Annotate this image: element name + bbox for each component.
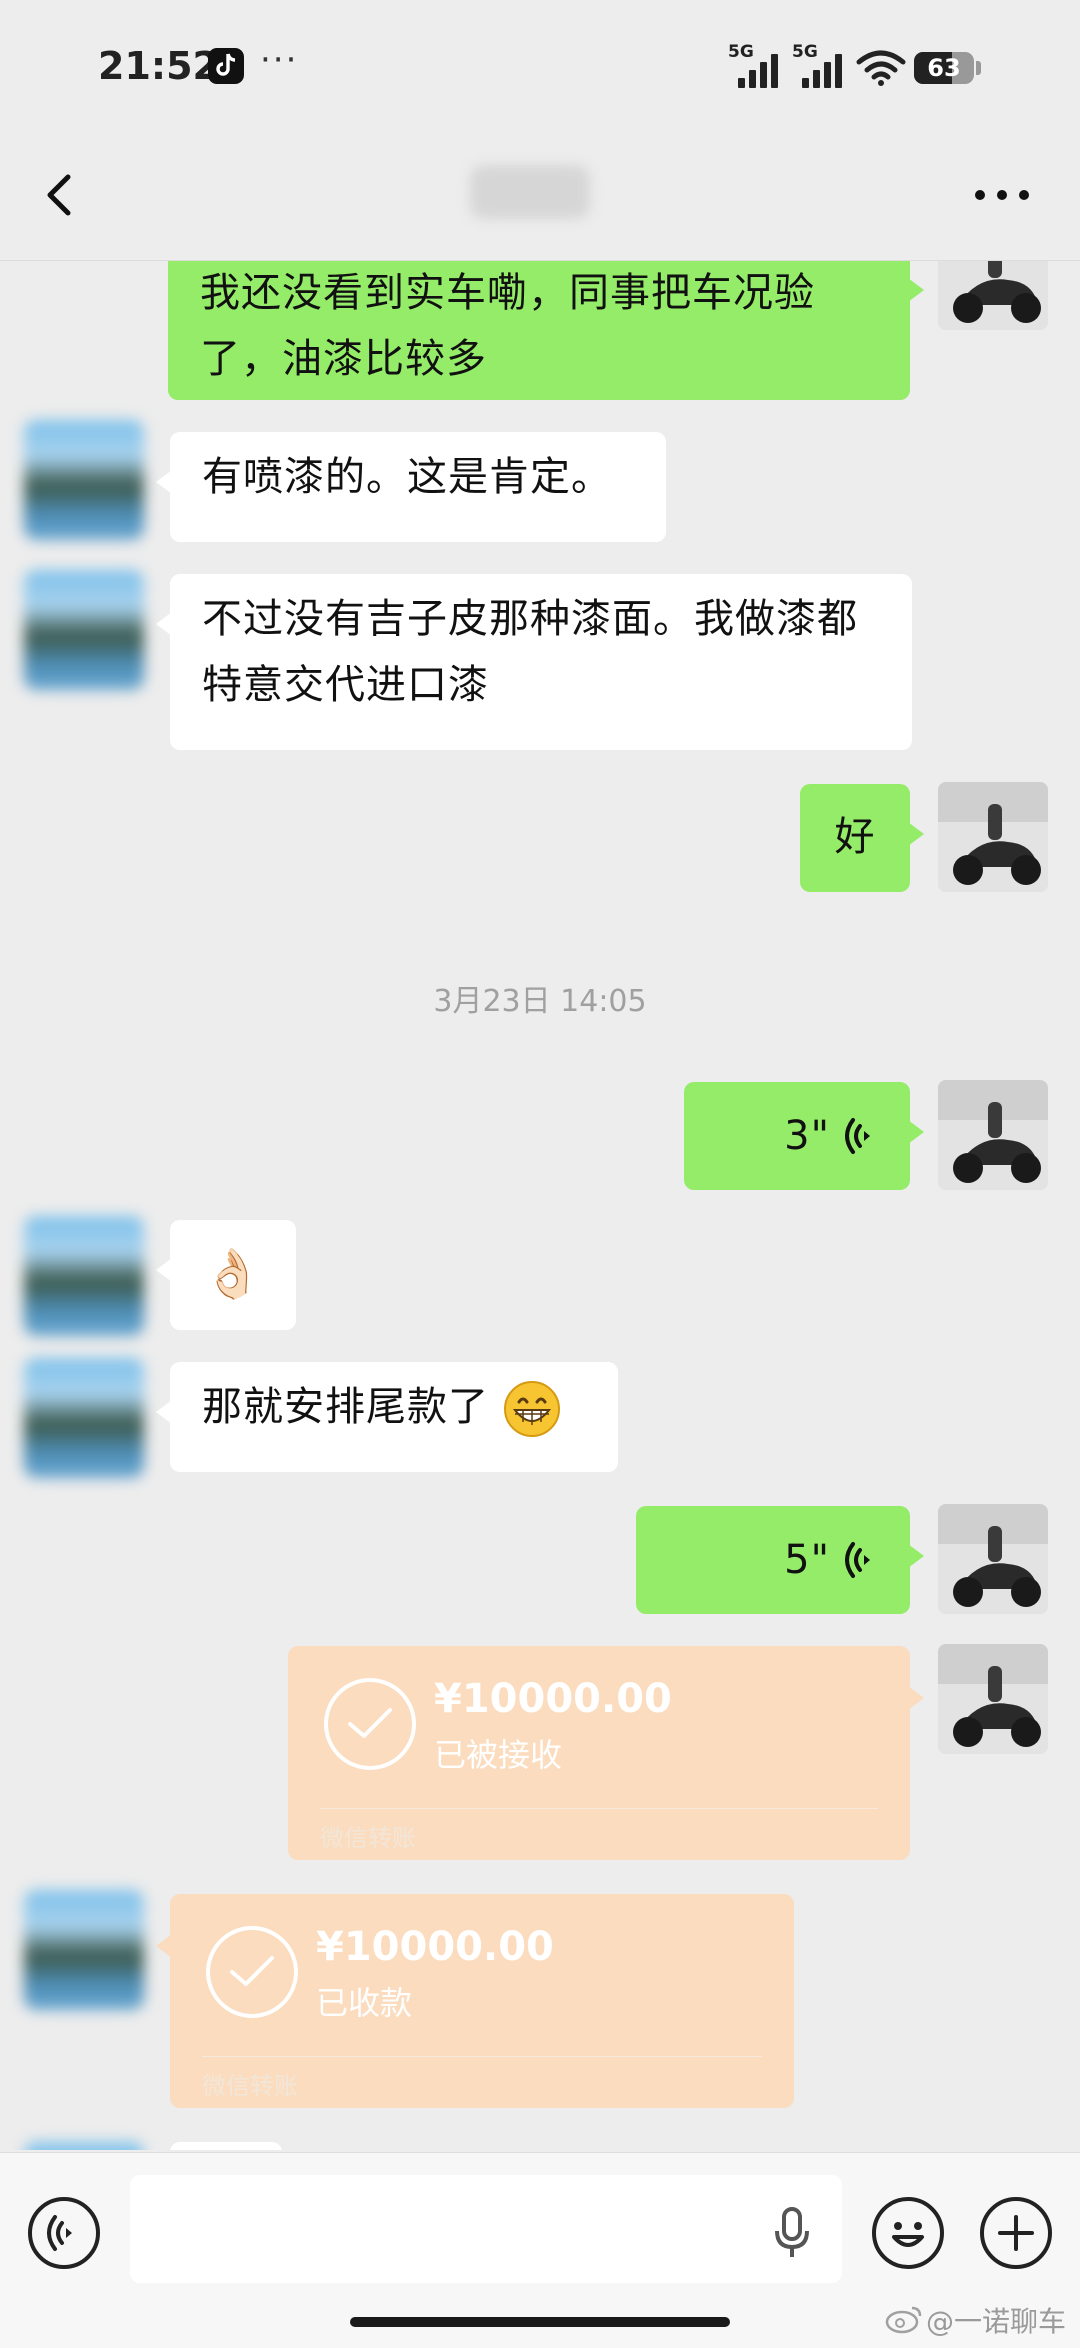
my-avatar[interactable] — [938, 260, 1048, 330]
contact-avatar[interactable] — [24, 1216, 144, 1336]
message-bubble-received[interactable]: 那就安排尾款了 — [156, 1362, 618, 1472]
message-bubble-received[interactable]: 👌🏻 — [156, 1220, 296, 1330]
voice-wave-icon — [845, 1542, 870, 1578]
voice-message-sent[interactable]: 5" — [636, 1506, 924, 1614]
grinning-face-emoji — [503, 1381, 560, 1437]
smiley-icon[interactable] — [872, 2197, 944, 2269]
contact-avatar[interactable] — [24, 420, 144, 540]
checkmark-circle-icon — [206, 1926, 298, 2018]
message-bubble-received[interactable]: 有喷漆的。这是肯定。 — [156, 432, 666, 542]
contact-avatar[interactable] — [24, 2142, 144, 2150]
transfer-label: 微信转账 — [202, 2072, 298, 2100]
signal-2-icon: 5G — [792, 42, 848, 88]
ok-hand-emoji: 👌🏻 — [202, 1246, 264, 1302]
message-bubble-received[interactable] — [170, 2142, 282, 2150]
battery-level: 63 — [927, 54, 961, 82]
my-avatar[interactable] — [938, 1644, 1048, 1754]
checkmark-circle-icon — [324, 1678, 416, 1770]
chat-message-list[interactable]: 我还没看到实车嘞，同事把车况验了，油漆比较多 有喷漆的。这是肯定。 不过没有吉子… — [0, 260, 1080, 2150]
weibo-logo-icon — [885, 2306, 922, 2334]
chevron-left-icon[interactable] — [36, 165, 86, 225]
more-dots-icon[interactable] — [972, 185, 1032, 205]
voice-message-sent[interactable]: 3" — [684, 1082, 924, 1190]
signal-2-label: 5G — [792, 42, 818, 62]
my-avatar[interactable] — [938, 782, 1048, 892]
message-timestamp: 3月23日 14:05 — [433, 984, 647, 1019]
voice-duration: 5" — [784, 1537, 830, 1583]
transfer-amount: ¥10000.00 — [434, 1676, 672, 1722]
signal-1-label: 5G — [728, 42, 754, 62]
message-bubble-sent[interactable]: 好 — [800, 784, 924, 892]
battery-icon: 63 — [914, 52, 974, 84]
chat-header: 师傅 — [0, 135, 1080, 261]
transfer-status: 已收款 — [316, 1984, 413, 2022]
microphone-icon[interactable] — [772, 2205, 812, 2261]
home-indicator[interactable] — [350, 2317, 730, 2327]
watermark-text: @一诺聊车 — [926, 2305, 1067, 2338]
message-text: 那就安排尾款了 — [202, 1384, 489, 1430]
message-input[interactable] — [130, 2175, 842, 2283]
contact-name[interactable]: 师傅 — [470, 165, 590, 219]
transfer-status: 已被接收 — [434, 1736, 563, 1774]
transfer-card-sent[interactable]: ¥10000.00 已被接收 微信转账 — [288, 1646, 924, 1860]
tiktok-app-icon — [208, 48, 244, 84]
status-overflow-dots: ··· — [260, 40, 299, 80]
message-bubble-received[interactable]: 不过没有吉子皮那种漆面。我做漆都特意交代进口漆 — [156, 574, 912, 750]
contact-avatar[interactable] — [24, 1890, 144, 2010]
contact-avatar[interactable] — [24, 570, 144, 690]
voice-duration: 3" — [784, 1113, 830, 1159]
voice-mode-icon[interactable] — [28, 2197, 100, 2269]
my-avatar[interactable] — [938, 1080, 1048, 1190]
transfer-label: 微信转账 — [320, 1824, 416, 1852]
status-bar: 21:52 ··· 5G 5G 63 — [0, 0, 1080, 135]
transfer-card-received[interactable]: ¥10000.00 已收款 微信转账 — [156, 1894, 794, 2108]
battery-tip — [976, 61, 981, 75]
voice-wave-icon — [845, 1118, 870, 1154]
transfer-divider — [202, 2056, 762, 2057]
status-time: 21:52 — [98, 44, 219, 88]
my-avatar[interactable] — [938, 1504, 1048, 1614]
plus-icon[interactable] — [980, 2197, 1052, 2269]
signal-1-icon: 5G — [728, 42, 784, 88]
contact-avatar[interactable] — [24, 1358, 144, 1478]
wifi-icon — [856, 50, 906, 86]
transfer-divider — [320, 1808, 878, 1809]
message-bubble-sent[interactable]: 我还没看到实车嘞，同事把车况验了，油漆比较多 — [168, 260, 924, 400]
transfer-amount: ¥10000.00 — [316, 1924, 554, 1970]
